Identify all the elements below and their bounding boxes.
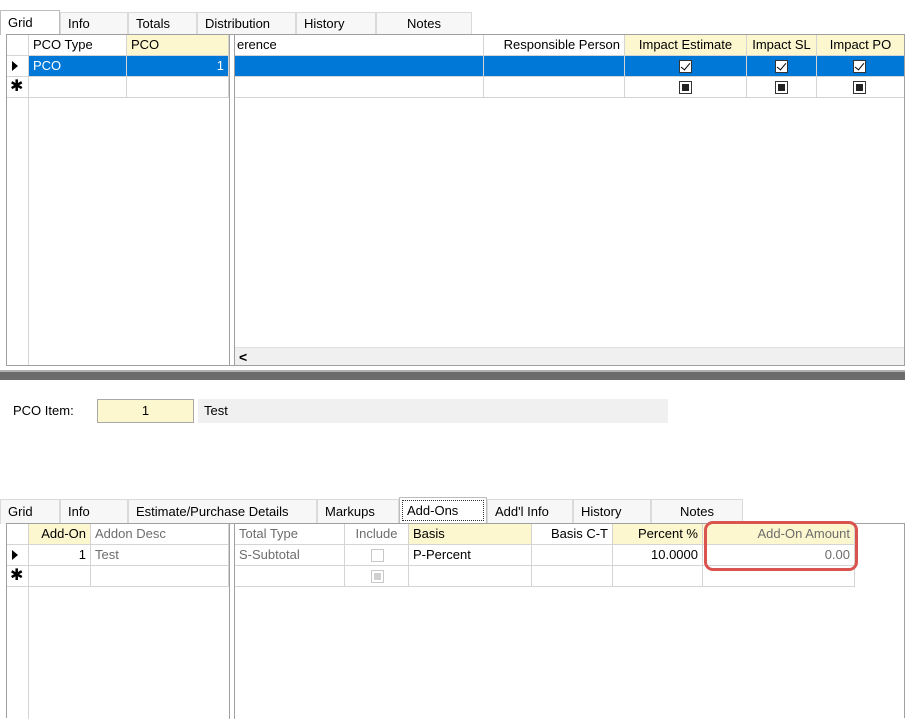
col-header-pco-type[interactable]: PCO Type (29, 35, 127, 56)
cell-impact-po[interactable] (817, 56, 904, 77)
top-tab-strip: Grid Info Totals Distribution History No… (0, 10, 472, 35)
cell-responsible-person[interactable] (484, 56, 625, 77)
tab-grid[interactable]: Grid (0, 10, 60, 35)
tab-item-history[interactable]: History (573, 499, 651, 524)
tab-history[interactable]: History (296, 12, 376, 35)
new-impact-sl-checkbox[interactable] (775, 81, 788, 94)
new-cell-percent[interactable] (613, 566, 703, 587)
impact-estimate-checkbox[interactable] (679, 60, 692, 73)
col-header-basis-c-t[interactable]: Basis C-T (532, 524, 613, 545)
tab-item-markups[interactable]: Markups (317, 499, 399, 524)
col-header-reference[interactable]: erence (235, 35, 484, 56)
tab-notes[interactable]: Notes (376, 12, 472, 35)
pco-grid-left-pane: PCO Type PCO PCO 1 ✱ (7, 35, 229, 365)
horizontal-scrollbar[interactable]: < (235, 347, 904, 365)
new-row-icon: ✱ (10, 78, 24, 95)
new-include-checkbox[interactable] (371, 570, 384, 583)
new-row-indicator[interactable]: ✱ (7, 77, 29, 98)
pco-item-label: PCO Item: (13, 403, 74, 418)
scroll-left-icon[interactable]: < (239, 348, 247, 365)
col-header-basis[interactable]: Basis (409, 524, 532, 545)
new-cell-basis[interactable] (409, 566, 532, 587)
tab-distribution[interactable]: Distribution (197, 12, 296, 35)
pco-item-description-field[interactable]: Test (198, 399, 668, 423)
addons-new-row-icon: ✱ (10, 567, 24, 584)
col-header-include[interactable]: Include (345, 524, 409, 545)
bottom-tab-strip: Grid Info Estimate/Purchase Details Mark… (0, 497, 743, 524)
tab-totals[interactable]: Totals (128, 12, 197, 35)
impact-sl-checkbox[interactable] (775, 60, 788, 73)
new-cell-add-on[interactable] (29, 566, 91, 587)
cell-total-type[interactable]: S-Subtotal (235, 545, 345, 566)
tab-item-info[interactable]: Info (60, 499, 128, 524)
highlight-outline (704, 521, 858, 571)
new-impact-estimate-checkbox[interactable] (679, 81, 692, 94)
col-header-percent[interactable]: Percent % (613, 524, 703, 545)
impact-po-checkbox[interactable] (853, 60, 866, 73)
tab-item-estimate-purchase-details[interactable]: Estimate/Purchase Details (128, 499, 317, 524)
include-checkbox[interactable] (371, 549, 384, 562)
row-pointer-icon (12, 61, 18, 71)
panel-divider-highlight (0, 370, 905, 372)
new-cell-pco[interactable] (127, 77, 229, 98)
col-header-add-on[interactable]: Add-On (29, 524, 91, 545)
cell-pco-type[interactable]: PCO (29, 56, 127, 77)
cell-impact-estimate[interactable] (625, 56, 747, 77)
row-header-column (7, 98, 29, 365)
col-header-pco[interactable]: PCO (127, 35, 229, 56)
new-cell-impact-estimate[interactable] (625, 77, 747, 98)
cell-reference[interactable] (235, 56, 484, 77)
cell-addon-desc[interactable]: Test (91, 545, 229, 566)
new-impact-po-checkbox[interactable] (853, 81, 866, 94)
col-header-responsible-person[interactable]: Responsible Person (484, 35, 625, 56)
pco-grid-right-pane: erence Responsible Person Impact Estimat… (235, 35, 904, 365)
tab-item-addl-info[interactable]: Add'l Info (487, 499, 573, 524)
current-row-indicator[interactable] (7, 56, 29, 77)
col-header-impact-sl[interactable]: Impact SL (747, 35, 817, 56)
new-cell-addon-desc[interactable] (91, 566, 229, 587)
addons-current-row-indicator[interactable] (7, 545, 29, 566)
new-cell-impact-sl[interactable] (747, 77, 817, 98)
col-header-impact-po[interactable]: Impact PO (817, 35, 904, 56)
addons-new-row-indicator[interactable]: ✱ (7, 566, 29, 587)
new-cell-basis-c-t[interactable] (532, 566, 613, 587)
cell-pco[interactable]: 1 (127, 56, 229, 77)
cell-add-on[interactable]: 1 (29, 545, 91, 566)
col-header-addon-desc[interactable]: Addon Desc (91, 524, 229, 545)
new-cell-total-type[interactable] (235, 566, 345, 587)
col-header-impact-estimate[interactable]: Impact Estimate (625, 35, 747, 56)
new-cell-reference[interactable] (235, 77, 484, 98)
col-header-total-type[interactable]: Total Type (235, 524, 345, 545)
grid-corner (7, 35, 29, 56)
tab-info[interactable]: Info (60, 12, 128, 35)
tab-item-grid[interactable]: Grid (0, 499, 60, 524)
new-cell-pco-type[interactable] (29, 77, 127, 98)
pco-grid: PCO Type PCO PCO 1 ✱ erence Responsible … (6, 34, 905, 366)
new-cell-impact-po[interactable] (817, 77, 904, 98)
addons-grid-corner (7, 524, 29, 545)
new-cell-include[interactable] (345, 566, 409, 587)
cell-include[interactable] (345, 545, 409, 566)
add-ons-grid-left-pane: Add-On Addon Desc 1 Test ✱ (7, 524, 229, 719)
cell-basis-c-t[interactable] (532, 545, 613, 566)
cell-impact-sl[interactable] (747, 56, 817, 77)
cell-percent[interactable]: 10.0000 (613, 545, 703, 566)
addons-row-pointer-icon (12, 550, 18, 560)
pco-item-number-field[interactable]: 1 (97, 399, 194, 423)
new-cell-responsible-person[interactable] (484, 77, 625, 98)
tab-item-add-ons[interactable]: Add-Ons (399, 497, 487, 524)
cell-basis[interactable]: P-Percent (409, 545, 532, 566)
addons-row-header-column (7, 587, 29, 719)
